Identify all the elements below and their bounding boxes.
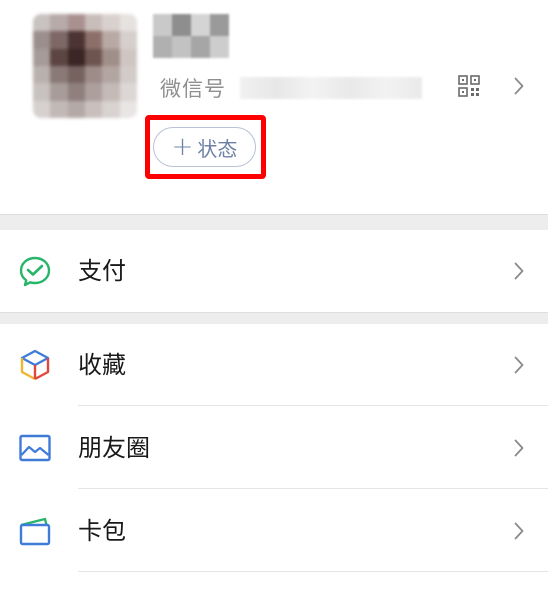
favorites-cube-icon bbox=[20, 349, 50, 381]
menu-item-favorites-label: 收藏 bbox=[78, 351, 126, 379]
section-separator bbox=[0, 214, 548, 231]
menu-item-pay[interactable]: 支付 bbox=[0, 230, 548, 312]
pay-icon bbox=[19, 256, 51, 287]
wechat-id-label: 微信号 bbox=[160, 77, 226, 101]
chevron-right-icon bbox=[514, 439, 524, 457]
wechat-id-row: 微信号 bbox=[160, 72, 422, 104]
avatar[interactable] bbox=[33, 14, 137, 118]
card-wallet-icon bbox=[19, 517, 51, 546]
profile-header[interactable]: 微信号 + 状态 bbox=[0, 0, 548, 214]
menu-item-moments-label: 朋友圈 bbox=[78, 434, 150, 462]
chevron-right-icon bbox=[514, 522, 524, 540]
row-divider bbox=[78, 405, 548, 406]
row-divider bbox=[78, 488, 548, 489]
qr-code-icon[interactable] bbox=[458, 75, 480, 97]
nickname bbox=[153, 14, 229, 58]
chevron-right-icon bbox=[514, 356, 524, 374]
row-divider bbox=[78, 571, 548, 572]
moments-picture-icon bbox=[19, 434, 51, 462]
menu-item-moments[interactable]: 朋友圈 bbox=[0, 407, 548, 489]
status-button-label: 状态 bbox=[197, 136, 238, 161]
wechat-id-value bbox=[240, 77, 422, 99]
menu-item-pay-label: 支付 bbox=[78, 257, 126, 285]
chevron-right-icon bbox=[514, 262, 524, 280]
chevron-right-icon[interactable] bbox=[514, 77, 524, 95]
menu-item-cards-label: 卡包 bbox=[78, 517, 126, 545]
menu-item-cards[interactable]: 卡包 bbox=[0, 490, 548, 572]
add-status-button[interactable]: + 状态 bbox=[153, 127, 256, 167]
menu-item-favorites[interactable]: 收藏 bbox=[0, 324, 548, 406]
plus-icon: + bbox=[171, 132, 194, 162]
